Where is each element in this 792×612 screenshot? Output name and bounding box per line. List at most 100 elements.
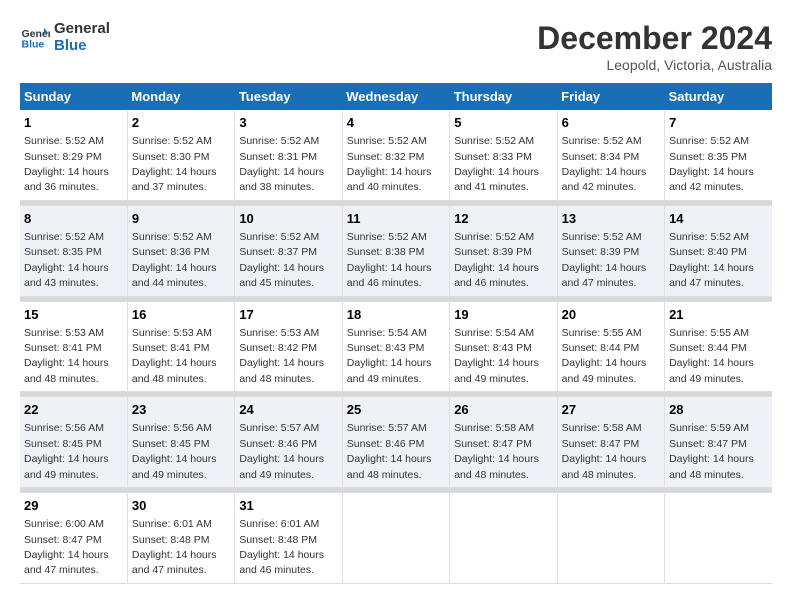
table-row: 5 Sunrise: 5:52 AMSunset: 8:33 PMDaylight… — [450, 110, 557, 200]
col-tuesday: Tuesday — [235, 83, 342, 110]
table-row: 14 Sunrise: 5:52 AMSunset: 8:40 PMDayligh… — [665, 205, 772, 296]
table-row: 7Sunrise: 5:52 AMSunset: 8:35 PMDaylight… — [665, 110, 772, 200]
day-number: 22 — [24, 401, 123, 419]
day-number: 29 — [24, 497, 123, 515]
week-row-2: 8 Sunrise: 5:52 AMSunset: 8:35 PMDaylight… — [20, 205, 772, 296]
table-row: 17 Sunrise: 5:53 AMSunset: 8:42 PMDayligh… — [235, 301, 342, 392]
sunrise-text: Sunrise: 5:52 AMSunset: 8:36 PMDaylight:… — [132, 231, 217, 289]
table-row: 16 Sunrise: 5:53 AMSunset: 8:41 PMDayligh… — [127, 301, 234, 392]
calendar-table: Sunday Monday Tuesday Wednesday Thursday… — [20, 83, 772, 584]
col-saturday: Saturday — [665, 83, 772, 110]
table-row: 29 Sunrise: 6:00 AMSunset: 8:47 PMDayligh… — [20, 493, 127, 584]
day-number: 23 — [132, 401, 230, 419]
table-row: 11Sunrise: 5:52 AMSunset: 8:38 PMDayligh… — [342, 205, 449, 296]
day-number: 3 — [239, 114, 337, 132]
day-number: 6 — [562, 114, 660, 132]
day-number: 1 — [24, 114, 123, 132]
col-wednesday: Wednesday — [342, 83, 449, 110]
logo: General Blue General Blue — [20, 20, 110, 54]
sunrise-text: Sunrise: 5:53 AMSunset: 8:42 PMDaylight:… — [239, 327, 324, 385]
table-row — [557, 493, 664, 584]
sunrise-text: Sunrise: 5:52 AMSunset: 8:34 PMDaylight:… — [562, 135, 647, 193]
day-number: 26 — [454, 401, 552, 419]
table-row: 27 Sunrise: 5:58 AMSunset: 8:47 PMDayligh… — [557, 397, 664, 488]
table-row: 1 Sunrise: 5:52 AMSunset: 8:29 PMDaylight… — [20, 110, 127, 200]
table-row: 28Sunrise: 5:59 AMSunset: 8:47 PMDayligh… — [665, 397, 772, 488]
day-number: 13 — [562, 210, 660, 228]
page-header: General Blue General Blue December 2024 … — [20, 20, 772, 73]
table-row: 24Sunrise: 5:57 AMSunset: 8:46 PMDayligh… — [235, 397, 342, 488]
col-monday: Monday — [127, 83, 234, 110]
table-row: 13Sunrise: 5:52 AMSunset: 8:39 PMDayligh… — [557, 205, 664, 296]
day-number: 20 — [562, 306, 660, 324]
day-number: 25 — [347, 401, 445, 419]
sunrise-text: Sunrise: 5:52 AMSunset: 8:39 PMDaylight:… — [454, 231, 539, 289]
table-row — [342, 493, 449, 584]
table-row: 4 Sunrise: 5:52 AMSunset: 8:32 PMDaylight… — [342, 110, 449, 200]
day-number: 21 — [669, 306, 768, 324]
sunrise-text: Sunrise: 5:56 AMSunset: 8:45 PMDaylight:… — [24, 422, 109, 480]
sunrise-text: Sunrise: 6:01 AMSunset: 8:48 PMDaylight:… — [132, 518, 217, 576]
sunrise-text: Sunrise: 5:52 AMSunset: 8:40 PMDaylight:… — [669, 231, 754, 289]
sunrise-text: Sunrise: 5:53 AMSunset: 8:41 PMDaylight:… — [24, 327, 109, 385]
table-row: 18 Sunrise: 5:54 AMSunset: 8:43 PMDayligh… — [342, 301, 449, 392]
day-number: 5 — [454, 114, 552, 132]
sunrise-text: Sunrise: 5:52 AMSunset: 8:33 PMDaylight:… — [454, 135, 539, 193]
sunrise-text: Sunrise: 5:52 AMSunset: 8:35 PMDaylight:… — [669, 135, 754, 193]
day-number: 28 — [669, 401, 768, 419]
sunrise-text: Sunrise: 5:53 AMSunset: 8:41 PMDaylight:… — [132, 327, 217, 385]
day-number: 27 — [562, 401, 660, 419]
logo-blue: Blue — [54, 37, 110, 54]
table-row: 2 Sunrise: 5:52 AMSunset: 8:30 PMDaylight… — [127, 110, 234, 200]
sunrise-text: Sunrise: 5:52 AMSunset: 8:35 PMDaylight:… — [24, 231, 109, 289]
col-friday: Friday — [557, 83, 664, 110]
day-number: 8 — [24, 210, 123, 228]
sunrise-text: Sunrise: 5:54 AMSunset: 8:43 PMDaylight:… — [454, 327, 539, 385]
table-row: 15 Sunrise: 5:53 AMSunset: 8:41 PMDayligh… — [20, 301, 127, 392]
sunrise-text: Sunrise: 5:58 AMSunset: 8:47 PMDaylight:… — [562, 422, 647, 480]
day-number: 15 — [24, 306, 123, 324]
col-thursday: Thursday — [450, 83, 557, 110]
sunrise-text: Sunrise: 5:52 AMSunset: 8:37 PMDaylight:… — [239, 231, 324, 289]
table-row: 20 Sunrise: 5:55 AMSunset: 8:44 PMDayligh… — [557, 301, 664, 392]
logo-icon: General Blue — [20, 22, 50, 52]
sunrise-text: Sunrise: 5:57 AMSunset: 8:46 PMDaylight:… — [347, 422, 432, 480]
day-number: 18 — [347, 306, 445, 324]
table-row: 19 Sunrise: 5:54 AMSunset: 8:43 PMDayligh… — [450, 301, 557, 392]
sunrise-text: Sunrise: 5:52 AMSunset: 8:32 PMDaylight:… — [347, 135, 432, 193]
day-number: 2 — [132, 114, 230, 132]
day-number: 30 — [132, 497, 230, 515]
table-row — [665, 493, 772, 584]
day-number: 4 — [347, 114, 445, 132]
sunrise-text: Sunrise: 5:52 AMSunset: 8:38 PMDaylight:… — [347, 231, 432, 289]
day-number: 31 — [239, 497, 337, 515]
day-number: 17 — [239, 306, 337, 324]
day-number: 19 — [454, 306, 552, 324]
day-number: 12 — [454, 210, 552, 228]
table-row: 10Sunrise: 5:52 AMSunset: 8:37 PMDayligh… — [235, 205, 342, 296]
table-row: 26 Sunrise: 5:58 AMSunset: 8:47 PMDayligh… — [450, 397, 557, 488]
day-number: 16 — [132, 306, 230, 324]
table-row: 22 Sunrise: 5:56 AMSunset: 8:45 PMDayligh… — [20, 397, 127, 488]
calendar-header-row: Sunday Monday Tuesday Wednesday Thursday… — [20, 83, 772, 110]
sunrise-text: Sunrise: 5:56 AMSunset: 8:45 PMDaylight:… — [132, 422, 217, 480]
table-row — [450, 493, 557, 584]
sunrise-text: Sunrise: 6:00 AMSunset: 8:47 PMDaylight:… — [24, 518, 109, 576]
table-row: 3 Sunrise: 5:52 AMSunset: 8:31 PMDaylight… — [235, 110, 342, 200]
col-sunday: Sunday — [20, 83, 127, 110]
day-number: 14 — [669, 210, 768, 228]
page-subtitle: Leopold, Victoria, Australia — [537, 57, 772, 73]
sunrise-text: Sunrise: 5:52 AMSunset: 8:31 PMDaylight:… — [239, 135, 324, 193]
sunrise-text: Sunrise: 5:52 AMSunset: 8:30 PMDaylight:… — [132, 135, 217, 193]
page-title: December 2024 — [537, 20, 772, 57]
week-row-4: 22 Sunrise: 5:56 AMSunset: 8:45 PMDayligh… — [20, 397, 772, 488]
table-row: 23 Sunrise: 5:56 AMSunset: 8:45 PMDayligh… — [127, 397, 234, 488]
sunrise-text: Sunrise: 5:52 AMSunset: 8:29 PMDaylight:… — [24, 135, 109, 193]
sunrise-text: Sunrise: 5:54 AMSunset: 8:43 PMDaylight:… — [347, 327, 432, 385]
table-row: 6 Sunrise: 5:52 AMSunset: 8:34 PMDaylight… — [557, 110, 664, 200]
table-row: 12 Sunrise: 5:52 AMSunset: 8:39 PMDayligh… — [450, 205, 557, 296]
sunrise-text: Sunrise: 5:58 AMSunset: 8:47 PMDaylight:… — [454, 422, 539, 480]
table-row: 30 Sunrise: 6:01 AMSunset: 8:48 PMDayligh… — [127, 493, 234, 584]
sunrise-text: Sunrise: 5:55 AMSunset: 8:44 PMDaylight:… — [562, 327, 647, 385]
sunrise-text: Sunrise: 5:55 AMSunset: 8:44 PMDaylight:… — [669, 327, 754, 385]
